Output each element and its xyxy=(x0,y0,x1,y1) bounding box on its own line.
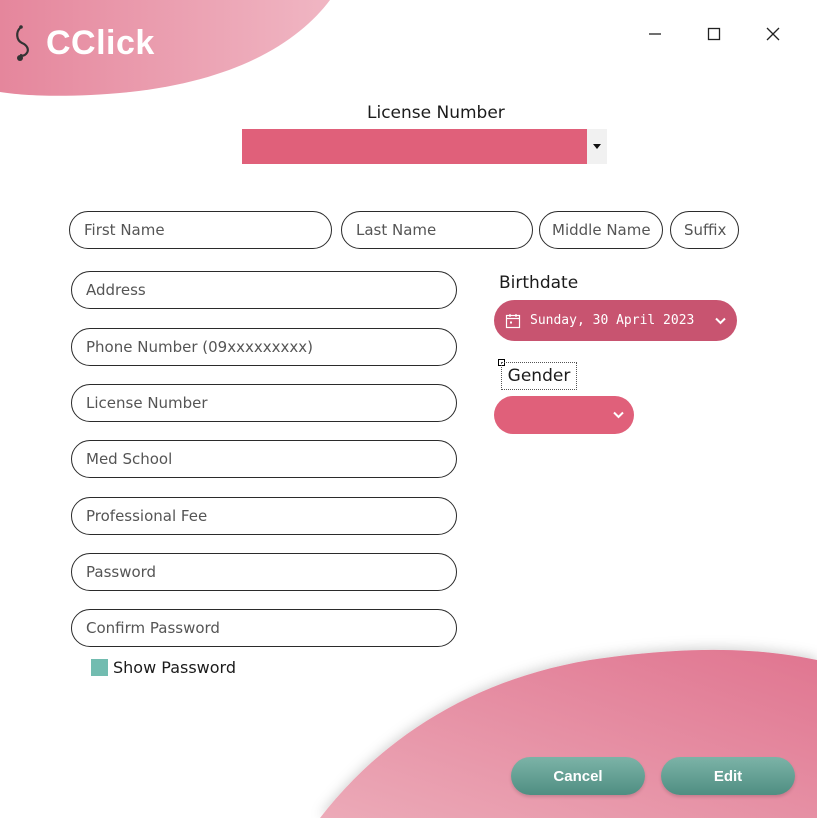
edit-button[interactable]: Edit xyxy=(661,757,795,795)
chevron-down-icon xyxy=(613,411,624,419)
birthdate-label: Birthdate xyxy=(499,273,579,293)
show-password-checkbox[interactable]: Show Password xyxy=(91,657,236,677)
professional-fee-field[interactable]: Professional Fee xyxy=(71,497,457,535)
maximize-icon xyxy=(707,27,721,41)
gender-dropdown[interactable] xyxy=(494,396,634,434)
caret-down-icon xyxy=(593,143,601,149)
license-number-dropdown[interactable] xyxy=(242,129,607,164)
cancel-button[interactable]: Cancel xyxy=(511,757,645,795)
address-field[interactable]: Address xyxy=(71,271,457,309)
minimize-button[interactable] xyxy=(640,20,670,48)
suffix-field[interactable]: Suffix xyxy=(670,211,739,249)
close-button[interactable] xyxy=(758,20,788,48)
close-icon xyxy=(766,27,780,41)
maximize-button[interactable] xyxy=(699,20,729,48)
minimize-icon xyxy=(649,33,661,35)
phone-number-field[interactable]: Phone Number (09xxxxxxxxx) xyxy=(71,328,457,366)
chevron-down-icon xyxy=(715,317,726,324)
license-number-value xyxy=(242,129,587,164)
license-number-label: License Number xyxy=(367,103,505,123)
middle-name-field[interactable]: Middle Name xyxy=(539,211,663,249)
stethoscope-icon xyxy=(16,25,29,61)
show-password-label: Show Password xyxy=(113,657,236,677)
last-name-field[interactable]: Last Name xyxy=(341,211,533,249)
birthdate-picker[interactable]: Sunday, 30 April 2023 xyxy=(494,300,737,341)
first-name-field[interactable]: First Name xyxy=(69,211,332,249)
app-logo: CClick xyxy=(14,22,155,64)
confirm-password-field[interactable]: Confirm Password xyxy=(71,609,457,647)
birthdate-value: Sunday, 30 April 2023 xyxy=(530,313,695,328)
license-number-field[interactable]: License Number xyxy=(71,384,457,422)
password-field[interactable]: Password xyxy=(71,553,457,591)
calendar-icon xyxy=(505,313,521,328)
checkbox-box[interactable] xyxy=(91,658,108,676)
gender-label: Gender xyxy=(501,362,577,390)
med-school-field[interactable]: Med School xyxy=(71,440,457,478)
app-title: CClick xyxy=(46,23,155,62)
dropdown-arrow[interactable] xyxy=(587,129,607,164)
